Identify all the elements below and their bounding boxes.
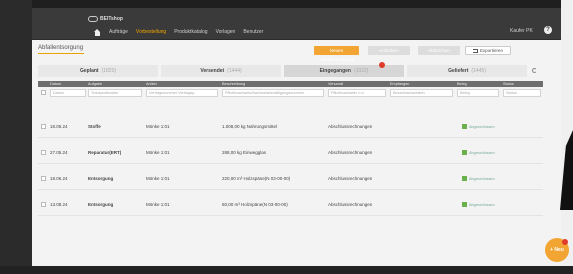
column-header[interactable]: Artikel <box>146 82 157 86</box>
nav-item-preorder[interactable]: Vorbestellung <box>136 29 166 35</box>
tab-label: Geliefert <box>448 68 469 74</box>
cancel-button[interactable]: Abbrechen <box>418 46 460 55</box>
cell-date: 18.06.24 <box>50 176 68 181</box>
column-header[interactable]: Empfangen <box>390 82 409 86</box>
filter-task-input[interactable]: Transportkosten <box>88 89 142 97</box>
cell-received: Abschlussrechnungen <box>328 202 373 207</box>
cell-received: Abschlussrechnungen <box>328 176 373 181</box>
table-header: Datum Aufgabe Artikel Beschreibung Versa… <box>38 81 543 87</box>
home-icon[interactable] <box>94 28 101 36</box>
logo-icon <box>88 16 98 22</box>
tab-label: Versendet <box>200 68 225 74</box>
brand-logo[interactable]: BEITshop <box>88 15 130 23</box>
tab-sent[interactable]: Versendet (1444) <box>161 65 281 77</box>
user-name[interactable]: Kaufer PK <box>510 28 533 34</box>
cell-description: 60,00 m³ Holzspäne(N 03-00-00) <box>222 202 288 207</box>
filter-status-select[interactable]: Status <box>503 89 541 97</box>
cell-task: Stoffe <box>88 124 101 129</box>
tab-planned[interactable]: Geplant (1820) <box>38 65 158 77</box>
nav-item-catalog[interactable]: Produktkatalog <box>174 29 207 35</box>
status-indicator <box>462 150 467 155</box>
nav-item-templates[interactable]: Vorlagen <box>216 29 236 35</box>
title-underline <box>38 53 84 54</box>
cell-article: Mönke 1:01 <box>146 202 170 207</box>
status-indicator <box>462 202 467 207</box>
cell-date: 18.05.24 <box>50 124 68 129</box>
bottom-bar <box>0 266 573 274</box>
top-navigation: BEITshop Aufträge Vorbestellung Produktk… <box>32 8 561 40</box>
column-header[interactable]: Versandt <box>328 82 343 86</box>
filter-received-input[interactable]: Bezahlnachweisen <box>390 89 453 97</box>
tab-received[interactable]: Eingegangen (1022) <box>284 62 404 77</box>
nav-item-users[interactable]: Benutzer <box>243 29 263 35</box>
main-nav: Aufträge Vorbestellung Produktkatalog Vo… <box>94 27 263 37</box>
cell-article: Mönke 1:01 <box>146 124 170 129</box>
tab-count: (1445) <box>471 68 486 74</box>
cell-status: Abgeschlossen <box>469 150 495 155</box>
column-header[interactable]: Beschreibung <box>222 82 245 86</box>
cell-task: Entsorgung <box>88 202 114 207</box>
cell-task: Reparatur(ERT) <box>88 150 122 155</box>
tab-label: Eingegangen <box>319 68 351 74</box>
filter-date-input[interactable]: Datum <box>50 89 86 97</box>
cell-description: 1.008,00 kg Nahrungsmittel <box>222 124 278 129</box>
new-disposal-button[interactable]: Neuen Abfallentsorgung <box>314 46 359 62</box>
filter-receipt-input[interactable]: Beleg <box>457 89 499 97</box>
cell-received: Abschlussrechnungen <box>328 150 373 155</box>
tab-label: Geplant <box>79 68 99 74</box>
request-button[interactable]: Anfordern <box>368 46 410 55</box>
help-icon[interactable]: ? <box>544 26 552 34</box>
row-checkbox[interactable] <box>41 202 46 207</box>
table-row[interactable]: 18.05.24 Stoffe Mönke 1:01 1.008,00 kg N… <box>38 116 543 138</box>
tab-count: (1022) <box>353 68 369 74</box>
status-indicator <box>462 124 467 129</box>
tab-delivered[interactable]: Geliefert (1445) <box>407 65 527 77</box>
row-checkbox[interactable] <box>41 176 46 181</box>
table-row[interactable]: 18.06.24 Entsorgung Mönke 1:01 220,00 m³… <box>38 168 543 190</box>
cell-status: Abgeschlossen <box>469 176 495 181</box>
export-icon <box>472 48 478 53</box>
refresh-icon[interactable] <box>532 68 537 73</box>
export-button-label: Exportieren <box>479 48 503 53</box>
main-panel: Abfallentsorgung Neuen Abfallentsorgung … <box>32 40 561 266</box>
cell-description: 288,00 kg Einwegglas <box>222 150 267 155</box>
filter-description-input[interactable]: Pflichtnachweis/Nachweisbestätigungsnumm… <box>222 89 324 97</box>
cell-received: Abschlussrechnungen <box>328 124 373 129</box>
export-button[interactable]: Exportieren <box>465 46 511 55</box>
column-header[interactable]: Status <box>503 82 514 86</box>
filter-article-input[interactable]: Vertragsnummer Vertragsp. <box>146 89 218 97</box>
cell-task: Entsorgung <box>88 176 114 181</box>
cell-article: Mönke 1:01 <box>146 176 170 181</box>
cell-date: 27.05.24 <box>50 150 68 155</box>
table-row[interactable]: 27.05.24 Reparatur(ERT) Mönke 1:01 288,0… <box>38 142 543 164</box>
column-header[interactable]: Aufgabe <box>88 82 102 86</box>
row-checkbox[interactable] <box>41 124 46 129</box>
cell-description: 220,00 m³ Holzspäne(N 03-00-00) <box>222 176 291 181</box>
brand-name: BEITshop <box>100 16 123 22</box>
cell-article: Mönke 1:01 <box>146 150 170 155</box>
status-tabs: Geplant (1820) Versendet (1444) Eingegan… <box>38 62 543 77</box>
cell-status: Abgeschlossen <box>469 124 495 129</box>
toolbar: Abfallentsorgung Neuen Abfallentsorgung … <box>32 40 561 62</box>
table-row[interactable]: 13.08.24 Entsorgung Mönke 1:01 60,00 m³ … <box>38 194 543 216</box>
select-all-checkbox[interactable] <box>41 90 46 95</box>
filter-sent-input[interactable]: Pflichtnachweis n.d. <box>328 89 386 97</box>
cell-status: Abgeschlossen <box>469 202 495 207</box>
filter-row: Datum Transportkosten Vertragsnummer Ver… <box>38 88 543 98</box>
cell-date: 13.08.24 <box>50 202 68 207</box>
nav-item-orders[interactable]: Aufträge <box>109 29 128 35</box>
status-indicator <box>462 176 467 181</box>
column-header[interactable]: Beleg <box>457 82 467 86</box>
outer-frame-left <box>0 0 32 274</box>
column-header[interactable]: Datum <box>50 82 61 86</box>
notification-badge <box>379 62 385 68</box>
fab-notification-badge <box>562 239 568 245</box>
page-title: Abfallentsorgung <box>38 45 84 51</box>
tab-count: (1820) <box>101 68 117 74</box>
tab-count: (1444) <box>227 68 242 74</box>
row-checkbox[interactable] <box>41 150 46 155</box>
